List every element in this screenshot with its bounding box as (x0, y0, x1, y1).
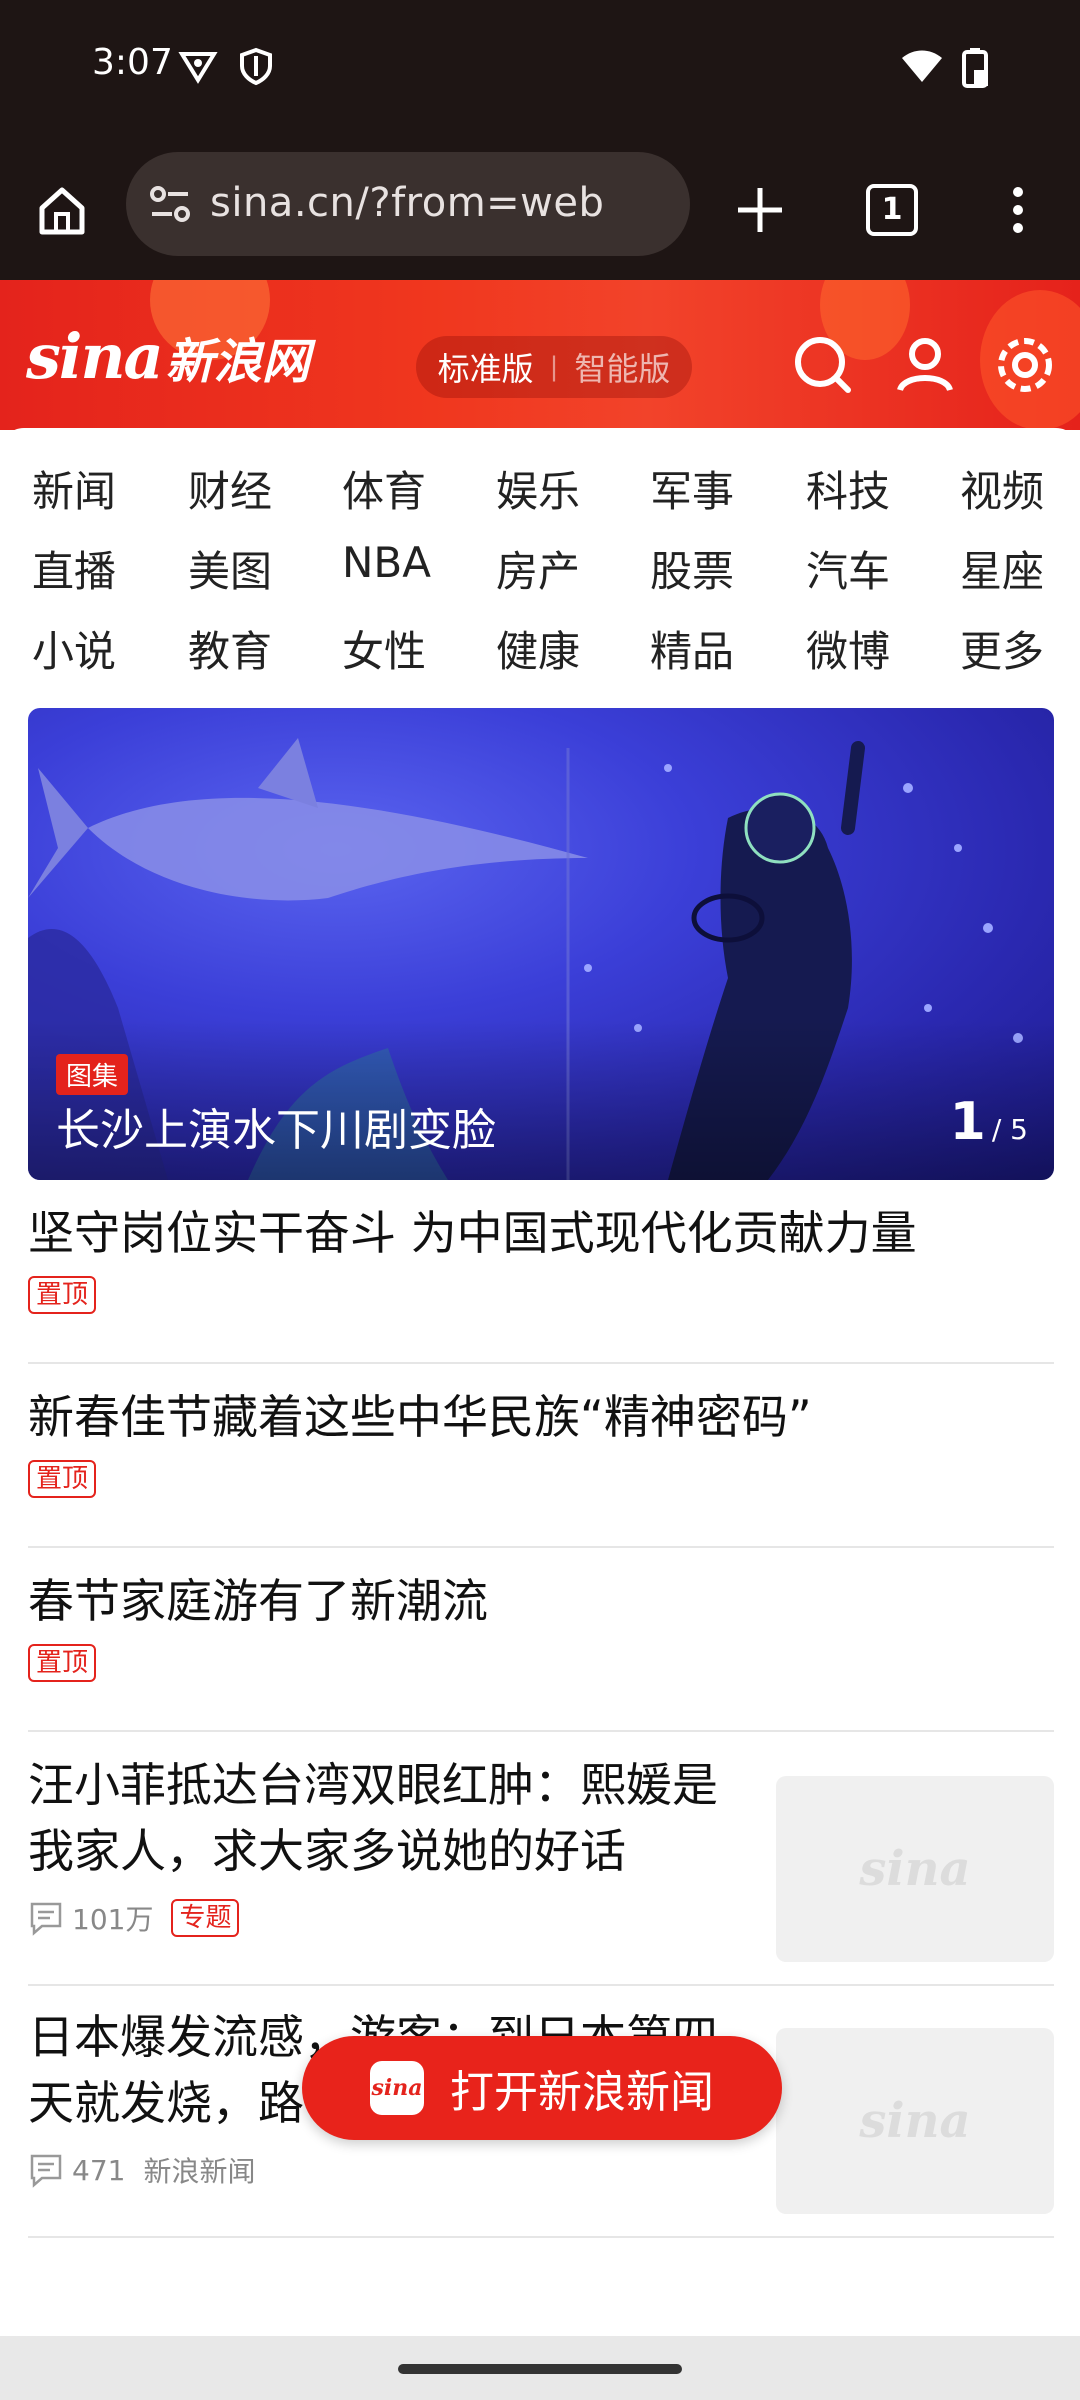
gear-icon[interactable] (990, 330, 1060, 400)
category-item[interactable]: 教育 (188, 618, 318, 679)
version-divider: | (549, 352, 559, 382)
list-item[interactable]: 坚守岗位实干奋斗 为中国式现代化贡献力量 置顶 (28, 1196, 1054, 1364)
home-gesture-handle[interactable] (398, 2364, 682, 2374)
category-nav: 新闻 财经 体育 娱乐 军事 科技 视频 直播 美图 NBA 房产 股票 汽车 … (0, 428, 1080, 698)
search-icon[interactable] (788, 330, 858, 400)
category-item[interactable]: 健康 (496, 618, 626, 679)
category-item[interactable]: 美图 (188, 538, 318, 599)
category-item[interactable]: 视频 (960, 458, 1080, 519)
site-header: sina新浪网 标准版 | 智能版 (0, 280, 1080, 430)
pinned-badge: 置顶 (28, 1276, 97, 1314)
new-tab-icon[interactable] (724, 174, 796, 246)
tab-count: 1 (866, 184, 918, 236)
comment-icon (30, 2154, 62, 2188)
category-item[interactable]: 军事 (650, 458, 780, 519)
wifi-icon (900, 46, 942, 86)
status-bar: 3:07 (0, 0, 1080, 140)
tab-switcher-button[interactable]: 1 (856, 174, 928, 246)
gesture-nav-bar (0, 2336, 1080, 2400)
category-item[interactable]: 精品 (650, 618, 780, 679)
pinned-badge: 置顶 (28, 1644, 97, 1682)
category-item[interactable]: 财经 (188, 458, 318, 519)
photo-carousel[interactable]: 图集 长沙上演水下川剧变脸 1/ 5 (28, 708, 1054, 1180)
news-title[interactable]: 春节家庭游有了新潮流 (28, 1564, 1054, 1634)
category-item[interactable]: 星座 (960, 538, 1080, 599)
logo-cn: 新浪网 (165, 334, 310, 390)
list-item[interactable]: 汪小菲抵达台湾双眼红肿：熙媛是我家人，求大家多说她的好话 101万 专题 sin… (28, 1748, 1054, 1986)
carousel-title[interactable]: 长沙上演水下川剧变脸 (56, 1094, 496, 1158)
news-source: 新浪新闻 (143, 2155, 256, 2188)
category-item[interactable]: 小说 (32, 618, 162, 679)
list-item[interactable]: 春节家庭游有了新潮流 置顶 (28, 1564, 1054, 1732)
category-item[interactable]: 体育 (342, 458, 472, 519)
address-bar[interactable]: sina.cn/?from=web (126, 152, 690, 256)
sina-app-icon: sina (370, 2061, 424, 2115)
open-app-label: 打开新浪新闻 (450, 2067, 714, 2118)
shield-icon (236, 46, 276, 86)
category-item[interactable]: 汽车 (806, 538, 936, 599)
version-standard[interactable]: 标准版 (438, 344, 534, 390)
comment-count: 101万 (72, 1903, 154, 1936)
category-item[interactable]: 娱乐 (496, 458, 626, 519)
gallery-badge: 图集 (56, 1054, 129, 1095)
logo-en: sina (26, 320, 164, 393)
carousel-current: 1 (949, 1092, 986, 1152)
category-item[interactable]: 房产 (496, 538, 626, 599)
user-icon[interactable] (890, 330, 960, 400)
news-title[interactable]: 新春佳节藏着这些中华民族“精神密码” (28, 1380, 1054, 1450)
url-text[interactable]: sina.cn/?from=web (210, 180, 604, 226)
version-toggle[interactable]: 标准版 | 智能版 (416, 336, 692, 398)
category-item[interactable]: 直播 (32, 538, 162, 599)
version-smart[interactable]: 智能版 (574, 344, 670, 390)
pinned-badge: 置顶 (28, 1460, 97, 1498)
vpn-key-icon (178, 46, 218, 86)
more-menu-icon[interactable] (982, 174, 1054, 246)
status-time: 3:07 (92, 42, 173, 83)
category-item[interactable]: 更多 (960, 618, 1080, 679)
category-item[interactable]: 微博 (806, 618, 936, 679)
open-sina-news-button[interactable]: sina 打开新浪新闻 (302, 2036, 782, 2140)
site-settings-icon[interactable] (146, 180, 194, 232)
sina-logo[interactable]: sina新浪网 (26, 320, 310, 393)
home-icon[interactable] (26, 174, 98, 246)
topic-badge: 专题 (171, 1899, 240, 1937)
carousel-total: / 5 (991, 1113, 1028, 1146)
carousel-counter: 1/ 5 (950, 1092, 1028, 1152)
comment-icon (30, 1902, 62, 1936)
comment-count: 471 (72, 2153, 126, 2187)
thumbnail-placeholder-logo: sina (859, 1841, 971, 1897)
category-item[interactable]: NBA (342, 538, 472, 587)
category-item[interactable]: 新闻 (32, 458, 162, 519)
news-title[interactable]: 坚守岗位实干奋斗 为中国式现代化贡献力量 (28, 1196, 1054, 1266)
news-title[interactable]: 汪小菲抵达台湾双眼红肿：熙媛是我家人，求大家多说她的好话 (28, 1748, 748, 1884)
category-item[interactable]: 女性 (342, 618, 472, 679)
category-item[interactable]: 科技 (806, 458, 936, 519)
battery-charging-icon (956, 46, 996, 88)
browser-toolbar: sina.cn/?from=web 1 (0, 140, 1080, 280)
news-thumbnail[interactable]: sina (776, 1776, 1054, 1962)
thumbnail-placeholder-logo: sina (859, 2093, 971, 2149)
category-item[interactable]: 股票 (650, 538, 780, 599)
news-thumbnail[interactable]: sina (776, 2028, 1054, 2214)
list-item[interactable]: 新春佳节藏着这些中华民族“精神密码” 置顶 (28, 1380, 1054, 1548)
